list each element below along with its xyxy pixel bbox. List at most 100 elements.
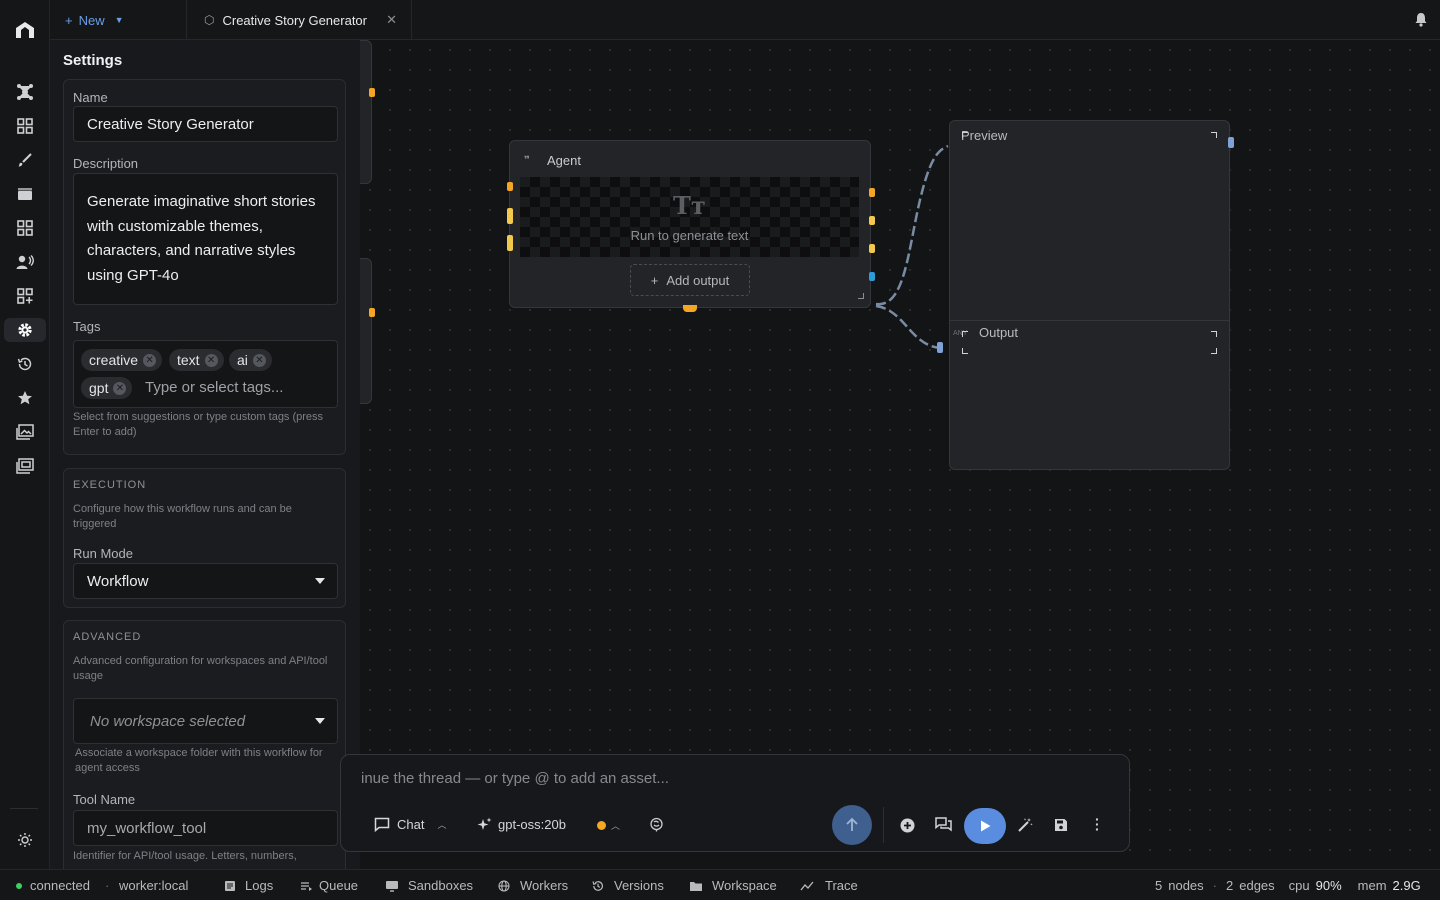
nodes-icon[interactable] [13,80,37,104]
add-output-button[interactable]: + Add output [630,264,750,296]
cpu-label: cpu [1288,878,1310,893]
input-port[interactable] [1228,137,1234,148]
bottom-port[interactable] [683,305,697,312]
run-mode-select[interactable]: Workflow [73,563,338,599]
connection-status: connected [16,878,90,893]
mem-value: 2.9G [1392,878,1421,893]
chat-mode-button[interactable]: Chat ︿ [374,817,446,832]
input-port[interactable] [507,235,513,251]
hidden-node-1[interactable] [360,40,372,184]
agent-title: Agent [547,153,581,168]
output-port[interactable] [369,88,375,97]
play-icon [980,820,990,832]
separator-dot: · [105,878,110,893]
tag-label: gpt [89,380,109,396]
queue-label: Queue [319,878,359,893]
name-field[interactable]: Creative Story Generator [73,106,338,142]
nodes-count: 5 [1155,878,1163,893]
output-port[interactable] [869,216,875,225]
tags-input[interactable]: creative ✕ text ✕ ai ✕ gpt ✕ Type or select … [73,340,338,408]
dashboard-icon[interactable] [13,114,37,138]
execution-title: EXECUTION [73,479,147,491]
voice-icon[interactable] [13,250,37,274]
hidden-node-2[interactable] [360,258,372,404]
execution-desc: Configure how this workflow runs and can… [73,503,292,530]
star-icon[interactable] [13,386,37,410]
tags-label: Tags [73,319,101,334]
bell-icon[interactable] [1414,12,1428,27]
tab-label: Creative Story Generator [222,12,367,28]
logs-link[interactable]: Logs [224,878,273,893]
provider-status[interactable]: ︿ [597,819,620,832]
edges-count: 2 [1226,878,1234,893]
workflow-canvas[interactable]: ❞ Agent Tт Run to generate text + Add out… [360,40,1440,869]
remove-tag-icon[interactable]: ✕ [252,353,266,367]
queue-link[interactable]: Queue [300,878,358,893]
resize-handle[interactable] [858,293,864,299]
trace-link[interactable]: Trace [800,878,858,893]
tags-placeholder[interactable]: Type or select tags... [145,379,283,396]
agent-node[interactable]: ❞ Agent Tт Run to generate text + Add out… [509,140,871,308]
tool-name-field[interactable]: my_workflow_tool [73,810,338,846]
more-options-icon[interactable]: · · · [1095,812,1100,836]
new-button[interactable]: + New ▼ [50,0,187,40]
sandboxes-link[interactable]: Sandboxes [385,878,473,893]
library-icon[interactable] [13,454,37,478]
expand-icon[interactable] [1211,331,1217,337]
chat-input[interactable]: inue the thread — or type @ to add an as… [361,770,669,787]
chat-bar: inue the thread — or type @ to add an as… [340,754,1130,852]
brush-icon[interactable] [13,148,37,172]
grid-icon[interactable] [13,216,37,240]
queue-icon [301,881,312,891]
gallery-icon[interactable] [13,420,37,444]
workspace-select[interactable]: No workspace selected [73,698,338,744]
text-type-icon: Tт [673,191,706,220]
description-field[interactable]: Generate imaginative short stories with … [73,173,338,305]
theme-toggle-icon[interactable] [13,828,37,852]
globe-icon [498,879,510,892]
remove-tag-icon[interactable]: ✕ [113,381,127,395]
tool-name-hint: Identifier for API/tool usage. Letters, … [73,850,297,862]
tool-name-label: Tool Name [73,792,136,807]
history-icon[interactable] [13,352,37,376]
preview-node[interactable]: Preview [949,120,1230,320]
settings-icon[interactable] [4,318,46,342]
apps-icon[interactable] [13,284,37,308]
run-placeholder: Run to generate text [630,228,749,243]
close-icon[interactable]: ✕ [386,12,397,28]
input-port[interactable] [507,208,513,224]
input-port[interactable] [937,342,943,353]
description-label: Description [73,156,139,171]
tab-creative-story-generator[interactable]: ⬡ Creative Story Generator ✕ [187,0,412,40]
trend-icon [800,881,814,890]
versions-link[interactable]: Versions [592,878,664,893]
graph-stats: 5 nodes · 2 edges cpu 90% mem 2.9G [1155,878,1421,893]
name-label: Name [73,90,108,105]
chevron-down-icon: ▼ [114,15,124,25]
sparkles-icon [477,817,492,830]
output-port[interactable] [869,244,875,253]
logo-icon[interactable] [13,18,37,42]
expand-icon[interactable] [1211,132,1217,138]
workers-label: Workers [520,878,569,893]
remove-tag-icon[interactable]: ✕ [204,353,218,367]
film-icon[interactable] [13,182,37,206]
brain-icon[interactable] [649,817,664,832]
magic-wand-icon[interactable] [1017,817,1033,833]
add-circle-icon[interactable] [900,818,915,833]
send-button[interactable] [832,805,872,845]
model-select[interactable]: gpt-oss:20b [477,817,566,832]
save-icon[interactable] [1054,818,1068,832]
workers-link[interactable]: Workers [498,878,568,893]
output-node[interactable]: ANY Output [949,320,1230,470]
input-port[interactable] [507,182,513,191]
folder-icon [690,881,702,891]
remove-tag-icon[interactable]: ✕ [143,353,157,367]
chats-icon[interactable] [935,817,952,832]
workspace-link[interactable]: Workspace [689,878,777,893]
output-port[interactable] [369,308,375,317]
workspace-hint: Associate a workspace folder with this w… [75,747,323,774]
output-port[interactable] [869,188,875,197]
run-button[interactable] [964,808,1006,844]
output-port[interactable] [869,272,875,281]
